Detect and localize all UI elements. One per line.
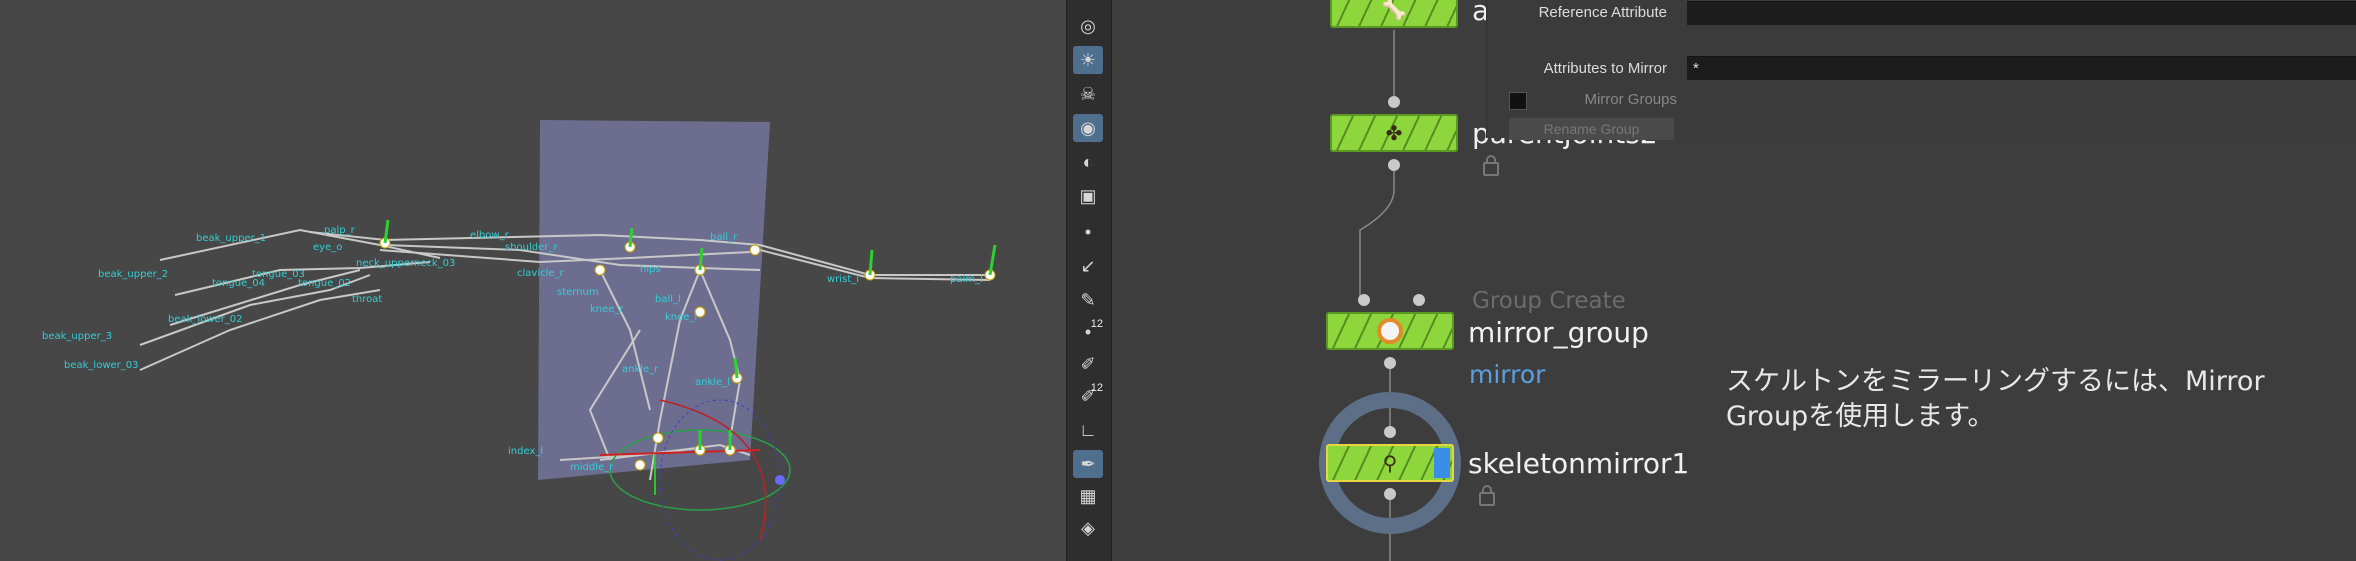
lock-icon[interactable]: [1483, 155, 1499, 176]
camera-icon[interactable]: ◉: [1073, 114, 1103, 142]
skeleton-view: beak_upper_1 beak_upper_2 beak_upper_3 b…: [42, 120, 997, 561]
joint-label: tongue_03: [252, 269, 305, 280]
node-output-port[interactable]: [1384, 488, 1396, 500]
checker-icon[interactable]: ▦: [1073, 482, 1103, 510]
number-icon-2[interactable]: ✐ 12: [1073, 382, 1103, 410]
joint-label: hips: [640, 264, 661, 275]
attributes-to-mirror-field[interactable]: *: [1687, 56, 2356, 80]
node-label: skeletonmirror1: [1468, 447, 1690, 480]
joint-labels: beak_upper_1 beak_upper_2 beak_upper_3 b…: [42, 225, 983, 473]
joint-label: ankle_l: [695, 377, 730, 388]
lock-icon[interactable]: [1479, 485, 1495, 506]
eye-icon[interactable]: ◐: [1073, 148, 1103, 176]
joint-label: beak_upper_3: [42, 331, 112, 342]
joint-label: shoulder_r: [505, 242, 558, 253]
joint-label: clavicle_r: [517, 268, 565, 279]
display-flag[interactable]: [1434, 448, 1450, 478]
joint-label: throat: [352, 294, 382, 305]
node-label: mirror_group: [1468, 316, 1649, 349]
joint-label: wrist_l: [827, 274, 859, 285]
angle-icon[interactable]: ∟: [1073, 416, 1103, 444]
node-output-port[interactable]: [1384, 357, 1396, 369]
caption-text: スケルトンをミラーリングするには、Mirror Groupを使用します。: [1726, 366, 2265, 432]
joint-label: beak_upper_2: [98, 269, 168, 280]
joint-label: knee_r: [590, 304, 624, 315]
number-icon[interactable]: • 12: [1073, 318, 1103, 346]
edge-icon[interactable]: ↙: [1073, 252, 1103, 280]
joint-label: sternum: [557, 287, 599, 298]
group-name-tag: mirror: [1469, 360, 1546, 389]
pick-icon[interactable]: ✎: [1073, 286, 1103, 314]
joint-label: tongue_02: [298, 278, 351, 289]
node-type-label: Group Create: [1472, 288, 1626, 314]
skeleton-icon[interactable]: ☠: [1073, 80, 1103, 108]
joint-label: index_l: [508, 446, 543, 457]
joint-label: ball_r: [710, 232, 738, 243]
mirror-groups-checkbox[interactable]: [1509, 92, 1527, 110]
joint-label: neck_upperneck_03: [356, 258, 455, 269]
node-input-port[interactable]: [1384, 426, 1396, 438]
joint-label: knee_l: [665, 312, 697, 323]
node-skeletonmirror1[interactable]: ⚲: [1326, 444, 1454, 482]
scene-viewport[interactable]: beak_upper_1 beak_upper_2 beak_upper_3 b…: [0, 0, 1066, 561]
joint-label: elbow_r: [470, 230, 510, 241]
joint-label: ankle_r: [622, 364, 659, 375]
parameter-panel: Reference Attribute Attributes to Mirror…: [1486, 0, 2356, 140]
reference-attribute-field[interactable]: [1687, 1, 2356, 25]
layers-icon[interactable]: ◈: [1073, 514, 1103, 542]
joint-label: palm_l: [950, 274, 983, 285]
reference-attribute-label: Reference Attribute: [1538, 4, 1667, 21]
joint-label: eye_o: [313, 242, 342, 253]
joint-label: beak_lower_03: [64, 360, 138, 371]
joint-label: palp_r: [324, 225, 356, 236]
node-input-port[interactable]: [1388, 96, 1400, 108]
mirror-icon: ⚲: [1382, 452, 1398, 475]
node-parentjoints2[interactable]: ✤: [1330, 114, 1458, 152]
node-input-port[interactable]: [1413, 294, 1425, 306]
joint-label: beak_upper_1: [196, 233, 266, 244]
bone-icon: 🦴: [1381, 0, 1407, 21]
node-input-port[interactable]: [1358, 294, 1370, 306]
sphere-icon[interactable]: ◎: [1073, 12, 1103, 40]
rig-handle[interactable]: [775, 475, 785, 485]
number-badge: 12: [1090, 318, 1103, 330]
joint-label: ball_l: [655, 294, 681, 305]
rename-group-button[interactable]: Rename Group: [1509, 118, 1674, 140]
light-icon[interactable]: ☀: [1073, 46, 1103, 74]
joint-label: middle_r: [570, 462, 614, 473]
mirror-plane: [538, 120, 770, 480]
joints-icon: ✤: [1385, 122, 1403, 145]
snapshot-icon[interactable]: ▣: [1073, 182, 1103, 210]
group-create-icon: [1377, 318, 1403, 344]
attributes-to-mirror-label: Attributes to Mirror: [1543, 60, 1667, 77]
node-a[interactable]: 🦴: [1330, 0, 1458, 28]
sculpt-icon[interactable]: ✒: [1073, 450, 1103, 478]
viewport-toolbar: ◎ ☀ ☠ ◉ ◐ ▣ • ↙ ✎ • 12 ✐ ✐ 12 ∟ ✒ ▦ ◈: [1066, 0, 1113, 561]
point-icon[interactable]: •: [1073, 218, 1103, 246]
brush-icon[interactable]: ✐: [1073, 350, 1103, 378]
node-mirror-group[interactable]: [1326, 312, 1454, 350]
node-output-port[interactable]: [1388, 159, 1400, 171]
joint-label: beak_lower_02: [168, 314, 242, 325]
mirror-groups-label: Mirror Groups: [1584, 91, 1677, 108]
number-badge: 12: [1090, 382, 1103, 394]
